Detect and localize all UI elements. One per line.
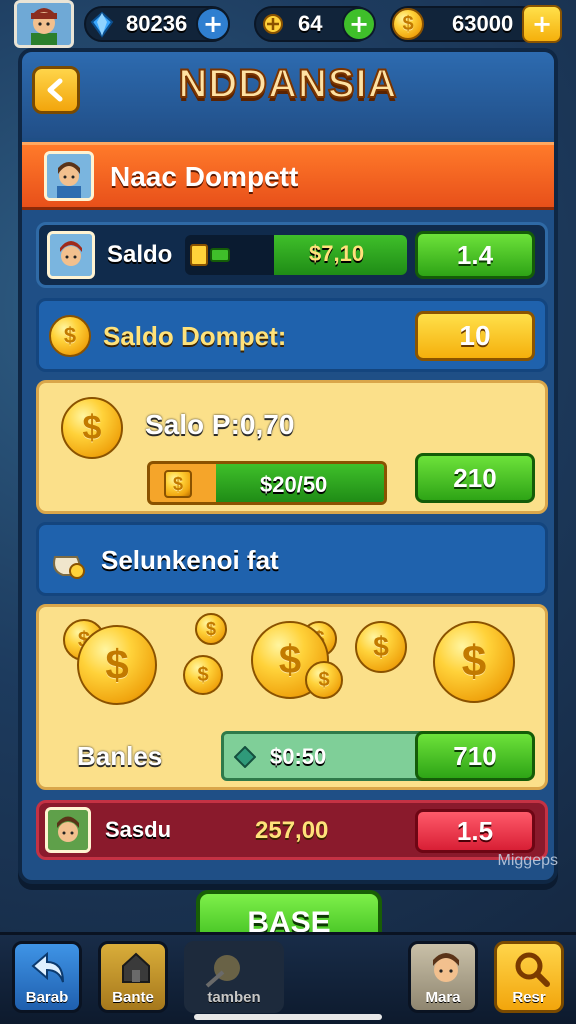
sasdu-row: Sasdu 257,00 1.5 [36,800,548,860]
search-icon [515,952,550,987]
nav-mara[interactable]: Mara [408,941,478,1013]
coin-icon: $ [183,655,223,695]
nav-tamben[interactable]: tamben [184,941,284,1013]
saldo-label: Saldo [107,241,173,268]
nav-barab[interactable]: Barab [12,941,82,1013]
avatar-icon [17,3,71,45]
sparkle-value: 64 [298,11,323,36]
sparkle-icon [263,14,283,34]
nav-barab-label: Barab [25,989,69,1006]
saldo-row: Saldo $7,10 1.4 [36,222,548,288]
wallet-avatar [44,151,94,201]
add-coins-button[interactable]: + [522,5,562,43]
nav-bante[interactable]: Bante [98,941,168,1013]
saldo-card-bar: $ $20/50 [147,461,387,505]
saldo-card-amount: $20/50 [260,472,328,497]
avatar-icon [50,234,92,276]
nav-resr[interactable]: Resr [494,941,564,1013]
money-bag-icon [53,556,85,579]
saldo-bar: $7,10 [185,235,407,275]
saldo-button[interactable]: 1.4 [415,231,535,279]
coin-icon: $ [305,661,343,699]
saldo-card-button[interactable]: 210 [415,453,535,503]
banles-amount: $0:50 [270,744,327,769]
page-title: NDDANSIA [177,61,398,107]
title-bar: NDDANSIA [22,52,554,138]
diamond-icon [90,11,114,38]
sasdu-amount: 257,00 [255,817,329,844]
saldo-dompet-row: $ Saldo Dompet: 10 [36,298,548,372]
nav-resr-label: Resr [512,989,546,1006]
coins-stack-icon: $ [49,315,91,357]
sasdu-button[interactable]: 1.5 [415,809,535,853]
nav-mara-label: Mara [425,989,461,1006]
saldo-amount: $7,10 [309,241,365,266]
saldo-dompet-button[interactable]: 10 [415,311,535,361]
saldo-avatar [47,231,95,279]
top-hud: 80236 + 64 + $ 63000 + [0,0,576,50]
sasdu-avatar [45,807,91,853]
avatar-icon [47,154,91,198]
wallet-panel: NDDANSIA Naac Dompett Saldo $7,10 1.4 $ … [18,48,558,884]
saldo-card: $ Salo P:0,70 $ $20/50 210 [36,380,548,514]
selunken-label: Selunkenoi fat [101,545,279,575]
banles-label: Banles [77,741,163,771]
coin-icon: $ [61,397,123,459]
saldo-dompet-label: Saldo Dompet: [103,321,287,351]
tool-icon [205,955,240,988]
nav-tamben-label: tamben [207,989,261,1006]
house-icon [122,952,150,983]
nav-bante-label: Bante [112,989,154,1006]
back-arrow-icon [31,951,64,983]
coin-icon: $ [77,625,157,705]
cash-icon [190,244,230,266]
home-indicator [194,1014,382,1020]
bottom-nav: Barab Bante tamben Mara Resr [0,932,576,1024]
saldo-card-label: Salo P:0,70 [145,409,295,440]
sasdu-label: Sasdu [105,817,172,842]
coins-card: $ $ $ $ $ $ $ $ $ Banles $0:50 710 [36,604,548,790]
wallet-header-label: Naac Dompett [110,161,299,192]
avatar-icon [48,810,88,850]
coin-icon: $ [164,470,192,498]
avatar-icon [433,953,459,982]
coin-icon: $ [392,8,424,40]
wallet-header: Naac Dompett [22,142,554,210]
gems-value: 80236 [126,11,188,36]
coins-counter: $ 63000 [390,6,540,42]
coins-value: 63000 [452,11,514,36]
banles-button[interactable]: 710 [415,731,535,781]
coin-icon: $ [433,621,515,703]
add-gems-button[interactable]: + [196,7,230,41]
coin-icon: $ [195,613,227,645]
coin-icon: $ [355,621,407,673]
diamond-icon [234,746,256,768]
add-sparkle-button[interactable]: + [342,7,376,41]
selunken-row: Selunkenoi fat [36,522,548,596]
player-avatar[interactable] [14,0,74,48]
watermark: Miggeps [497,852,558,869]
